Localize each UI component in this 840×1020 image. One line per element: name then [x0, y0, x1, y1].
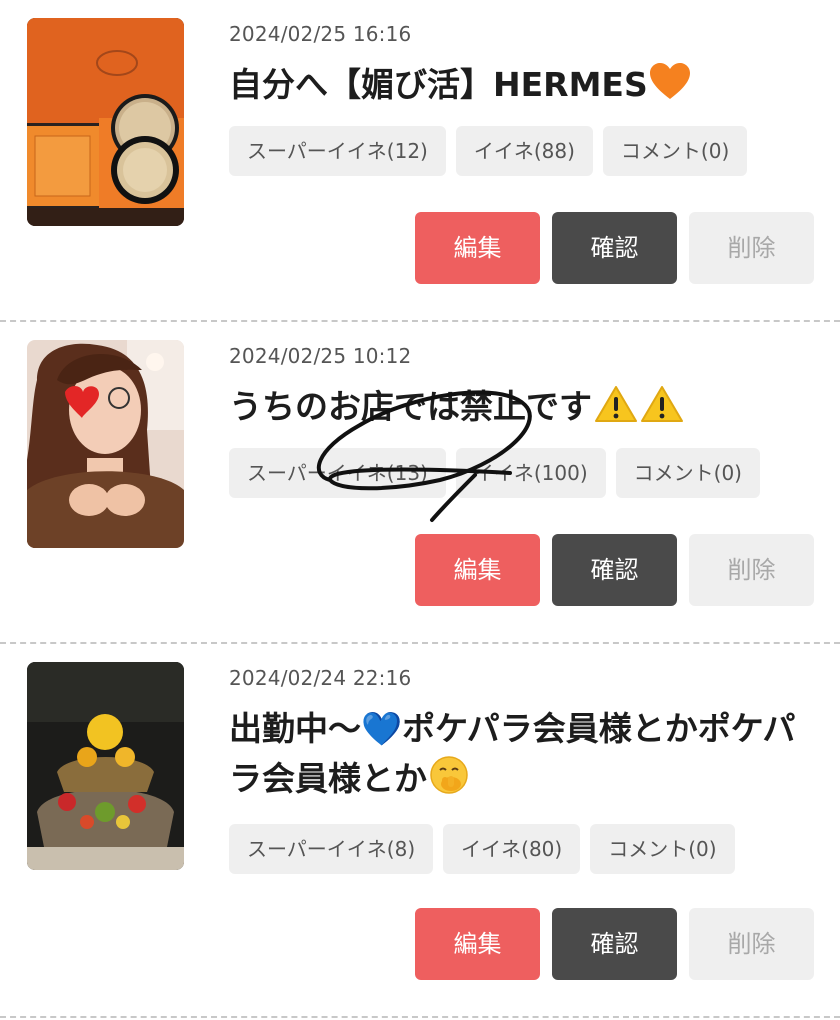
post-date: 2024/02/25 10:12	[229, 344, 412, 368]
comment-tag[interactable]: コメント(0)	[590, 824, 735, 874]
hermes-product-image	[27, 18, 184, 226]
comment-tag[interactable]: コメント(0)	[602, 126, 748, 176]
orange-heart-icon	[649, 63, 690, 115]
post-title-text: 出勤中〜💙ポケパラ会員様とかポケパラ会員様とか	[229, 709, 796, 798]
post-actions: 編集 確認 削除	[415, 534, 814, 606]
super-like-tag[interactable]: スーパーイイネ(13)	[229, 448, 446, 498]
delete-button[interactable]: 削除	[689, 212, 814, 284]
reaction-tags: スーパーイイネ(12) イイネ(88) コメント(0)	[229, 126, 748, 176]
reaction-tags: スーパーイイネ(8) イイネ(80) コメント(0)	[229, 824, 735, 874]
post-actions: 編集 確認 削除	[415, 908, 814, 980]
post-card: 2024/02/24 22:16 出勤中〜💙ポケパラ会員様とかポケパラ会員様とか…	[0, 644, 840, 1018]
post-title[interactable]: うちのお店では禁止です	[229, 382, 824, 437]
warning-icon	[640, 385, 684, 437]
portrait-image	[27, 340, 184, 548]
fruit-platter-image	[27, 662, 184, 870]
post-thumbnail[interactable]	[27, 18, 184, 226]
post-title[interactable]: 出勤中〜💙ポケパラ会員様とかポケパラ会員様とか	[229, 704, 824, 809]
post-title[interactable]: 自分へ【媚び活】HERMES	[229, 60, 824, 115]
post-date: 2024/02/25 16:16	[229, 22, 412, 46]
post-card: 2024/02/25 10:12 うちのお店では禁止です スーパーイイネ(13)…	[0, 322, 840, 644]
comment-tag[interactable]: コメント(0)	[615, 448, 760, 498]
check-button[interactable]: 確認	[552, 908, 677, 980]
post-card: 2024/02/25 16:16 自分へ【媚び活】HERMES スーパーイイネ(…	[0, 0, 840, 322]
like-tag[interactable]: イイネ(100)	[455, 448, 606, 498]
check-button[interactable]: 確認	[552, 534, 677, 606]
post-thumbnail[interactable]	[27, 340, 184, 548]
post-date: 2024/02/24 22:16	[229, 666, 412, 690]
check-button[interactable]: 確認	[552, 212, 677, 284]
delete-button[interactable]: 削除	[689, 908, 814, 980]
warning-icon	[594, 385, 638, 437]
edit-button[interactable]: 編集	[415, 908, 540, 980]
reaction-tags: スーパーイイネ(13) イイネ(100) コメント(0)	[229, 448, 760, 498]
face-with-hand-over-mouth-icon	[429, 755, 469, 809]
post-actions: 編集 確認 削除	[415, 212, 814, 284]
super-like-tag[interactable]: スーパーイイネ(12)	[229, 126, 446, 176]
edit-button[interactable]: 編集	[415, 212, 540, 284]
post-title-text: うちのお店では禁止です	[229, 387, 592, 426]
super-like-tag[interactable]: スーパーイイネ(8)	[229, 824, 434, 874]
like-tag[interactable]: イイネ(80)	[443, 824, 581, 874]
edit-button[interactable]: 編集	[415, 534, 540, 606]
like-tag[interactable]: イイネ(88)	[455, 126, 593, 176]
post-thumbnail[interactable]	[27, 662, 184, 870]
post-title-text: 自分へ【媚び活】HERMES	[229, 65, 648, 104]
delete-button[interactable]: 削除	[689, 534, 814, 606]
